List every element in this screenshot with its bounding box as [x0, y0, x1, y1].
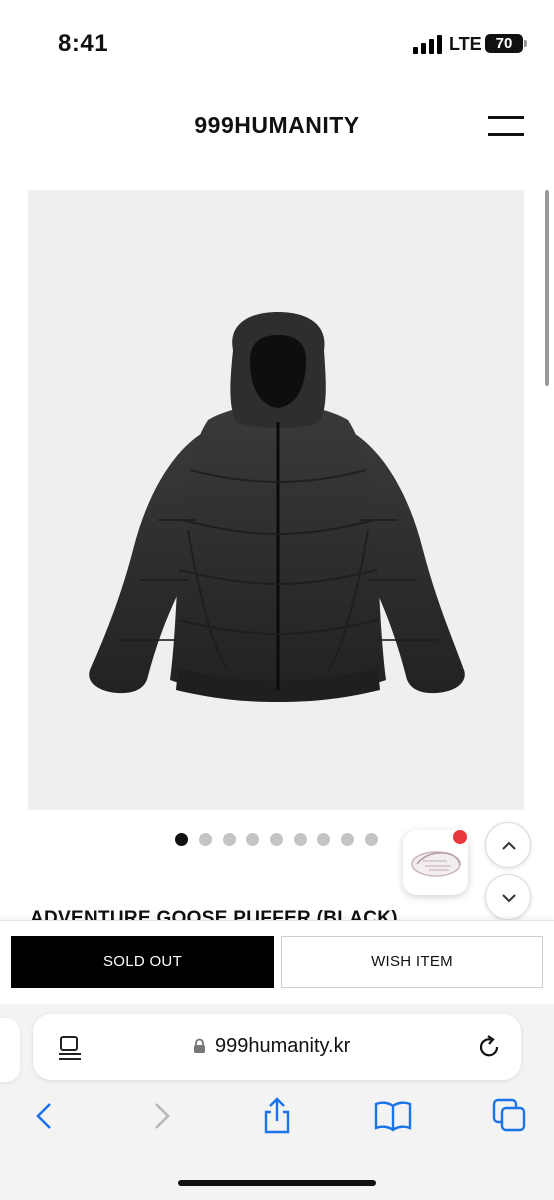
forward-button[interactable]: [142, 1096, 182, 1136]
sold-out-button[interactable]: SOLD OUT: [11, 936, 274, 988]
carousel-dot[interactable]: [365, 833, 378, 846]
battery-level: 70: [495, 35, 513, 52]
carousel-dot[interactable]: [246, 833, 259, 846]
carousel-dot[interactable]: [317, 833, 330, 846]
product-image[interactable]: [28, 190, 524, 810]
chevron-up-icon: [502, 841, 516, 850]
share-icon: [264, 1097, 290, 1134]
notification-badge: [453, 830, 467, 844]
address-bar[interactable]: 999humanity.kr: [33, 1014, 521, 1080]
share-button[interactable]: [257, 1096, 297, 1136]
carousel-dot[interactable]: [294, 833, 307, 846]
status-time: 8:41: [58, 30, 109, 57]
chevron-down-icon: [502, 894, 516, 903]
reload-icon[interactable]: [476, 1034, 502, 1060]
browser-toolbar: [0, 1096, 554, 1142]
url-text[interactable]: 999humanity.kr: [215, 1035, 350, 1058]
carousel-dot[interactable]: [175, 833, 188, 846]
page-menu-icon[interactable]: [58, 1035, 82, 1061]
book-icon: [374, 1101, 412, 1132]
bookmarks-button[interactable]: [373, 1096, 413, 1136]
carousel-dot[interactable]: [270, 833, 283, 846]
carousel-dot[interactable]: [341, 833, 354, 846]
puffer-jacket-image: [89, 312, 465, 702]
carousel-dot[interactable]: [199, 833, 212, 846]
back-button[interactable]: [24, 1096, 64, 1136]
tabs-button[interactable]: [490, 1096, 530, 1136]
previous-tab-preview[interactable]: [0, 1018, 20, 1082]
tabs-icon: [492, 1098, 526, 1132]
scroll-down-button[interactable]: [485, 874, 531, 920]
chevron-left-icon: [36, 1103, 51, 1129]
wish-item-button[interactable]: WISH ITEM: [281, 936, 543, 988]
lock-icon: [194, 1038, 205, 1053]
cellular-signal-icon: [413, 34, 443, 54]
chevron-right-icon: [155, 1103, 170, 1129]
carousel-dot[interactable]: [223, 833, 236, 846]
hamburger-menu-icon[interactable]: [488, 116, 524, 138]
scroll-up-button[interactable]: [485, 822, 531, 868]
status-bar: 8:41 LTE 70: [0, 0, 554, 80]
battery-icon: 70: [485, 34, 527, 53]
purchase-bar: SOLD OUT WISH ITEM: [0, 920, 554, 1004]
page-scroll-indicator: [545, 190, 549, 386]
site-logo[interactable]: 999HUMANITY: [0, 112, 554, 139]
network-type: LTE: [449, 34, 482, 54]
home-indicator: [178, 1180, 376, 1186]
browser-chrome: 999humanity.kr: [0, 1004, 554, 1200]
